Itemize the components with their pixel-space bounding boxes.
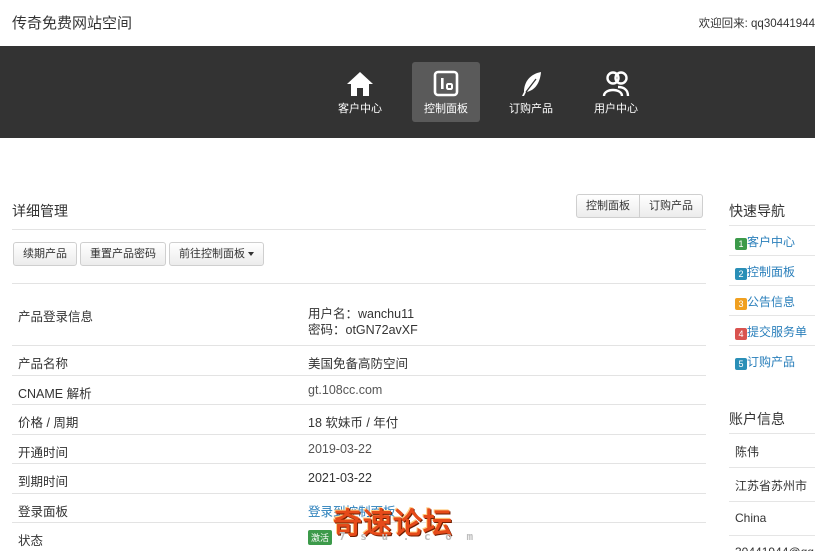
row-label: CNAME 解析 — [12, 374, 308, 405]
reset-password-button[interactable]: 重置产品密码 — [80, 242, 166, 266]
account-city: 江苏省苏州市 — [729, 467, 815, 501]
row-label: 登录面板 — [12, 492, 308, 523]
nav-item-label: 客户中心 — [338, 103, 382, 115]
table-row: 产品登录信息 用户名：wanchu11 密码：otGN72avXF — [12, 283, 706, 346]
renew-product-button[interactable]: 续期产品 — [13, 242, 77, 266]
watermark-logo: 奇速论坛 7 s u . c o m — [333, 500, 483, 548]
row-value: 2021-03-22 — [308, 463, 706, 493]
nav-item-label: 用户中心 — [594, 103, 638, 115]
number-badge: 3 — [735, 298, 747, 310]
quick-nav-item-control-panel[interactable]: 2 控制面板 — [729, 255, 815, 285]
page-title: 详细管理 — [12, 203, 68, 219]
account-name: 陈伟 — [729, 433, 815, 467]
quick-nav-list: 1 客户中心 2 控制面板 3 公告信息 4 提交服务单 5 订购产品 — [729, 225, 815, 375]
home-icon — [347, 72, 373, 96]
goto-control-panel-dropdown[interactable]: 前往控制面板 — [169, 242, 264, 266]
row-label: 开通时间 — [12, 433, 308, 464]
main-nav: 客户中心 控制面板 订购产品 用户中心 — [0, 46, 815, 138]
nav-item-control-panel[interactable]: 控制面板 — [412, 62, 480, 122]
nav-item-order-product[interactable]: 订购产品 — [497, 62, 565, 122]
quick-nav-item-announcements[interactable]: 3 公告信息 — [729, 285, 815, 315]
table-row: 开通时间 2019-03-22 — [12, 433, 706, 464]
action-row: 续期产品 重置产品密码 前往控制面板 — [13, 242, 264, 266]
quick-nav-label: 订购产品 — [747, 355, 796, 369]
table-row: 到期时间 2021-03-22 — [12, 463, 706, 493]
top-button-group: 控制面板 订购产品 — [576, 194, 703, 218]
row-label: 产品登录信息 — [12, 283, 308, 346]
quick-nav-item-customer-center[interactable]: 1 客户中心 — [729, 225, 815, 255]
nav-item-user-center[interactable]: 用户中心 — [582, 62, 650, 122]
row-value: 美国免备高防空间 — [308, 345, 706, 375]
quick-nav-label: 客户中心 — [747, 235, 796, 249]
number-badge: 1 — [735, 238, 747, 250]
table-row: CNAME 解析 gt.108cc.com — [12, 374, 706, 405]
dropdown-label: 前往控制面板 — [179, 248, 245, 260]
table-row: 价格 / 周期 18 软妹币 / 年付 — [12, 404, 706, 434]
row-value: 2019-03-22 — [308, 433, 706, 464]
welcome-text: 欢迎回来: qq30441944 — [698, 18, 815, 30]
account-info-list: 陈伟 江苏省苏州市 China 30441944@qq.com — [729, 433, 815, 551]
quick-nav-label: 控制面板 — [747, 265, 796, 279]
table-row: 产品名称 美国免备高防空间 — [12, 345, 706, 375]
password-value: 密码：otGN72avXF — [308, 323, 418, 337]
row-label: 到期时间 — [12, 463, 308, 493]
row-value: 18 软妹币 / 年付 — [308, 404, 706, 434]
quick-nav-label: 提交服务单 — [747, 325, 808, 339]
site-title[interactable]: 传奇免费网站空间 — [12, 12, 132, 33]
users-icon — [602, 71, 630, 97]
status-badge: 激活 — [308, 530, 333, 545]
account-country: China — [729, 501, 815, 535]
control-panel-button[interactable]: 控制面板 — [576, 194, 640, 218]
feather-icon — [522, 72, 541, 96]
quick-nav-label: 公告信息 — [747, 295, 796, 309]
watermark-url: 7 s u . c o m — [339, 530, 478, 543]
caret-down-icon — [248, 252, 254, 257]
number-badge: 4 — [735, 328, 747, 340]
row-label: 价格 / 周期 — [12, 404, 308, 434]
nav-item-label: 控制面板 — [424, 103, 468, 115]
row-value: gt.108cc.com — [308, 374, 706, 405]
quick-nav-title: 快速导航 — [729, 203, 785, 219]
nav-item-label: 订购产品 — [509, 103, 553, 115]
account-info-title: 账户信息 — [729, 411, 785, 427]
row-label: 状态 — [12, 522, 308, 551]
row-value: 用户名：wanchu11 密码：otGN72avXF — [308, 283, 706, 346]
quick-nav-item-submit-ticket[interactable]: 4 提交服务单 — [729, 315, 815, 345]
order-product-button[interactable]: 订购产品 — [640, 194, 703, 218]
divider — [12, 229, 706, 230]
number-badge: 5 — [735, 358, 747, 370]
number-badge: 2 — [735, 268, 747, 280]
row-label: 产品名称 — [12, 345, 308, 375]
top-bar: 传奇免费网站空间 欢迎回来: qq30441944 — [0, 0, 815, 46]
control-panel-icon — [433, 70, 459, 97]
nav-item-customer-center[interactable]: 客户中心 — [326, 62, 394, 122]
username-value: 用户名：wanchu11 — [308, 307, 415, 321]
quick-nav-item-order-product[interactable]: 5 订购产品 — [729, 345, 815, 375]
account-email: 30441944@qq.com — [729, 535, 815, 551]
